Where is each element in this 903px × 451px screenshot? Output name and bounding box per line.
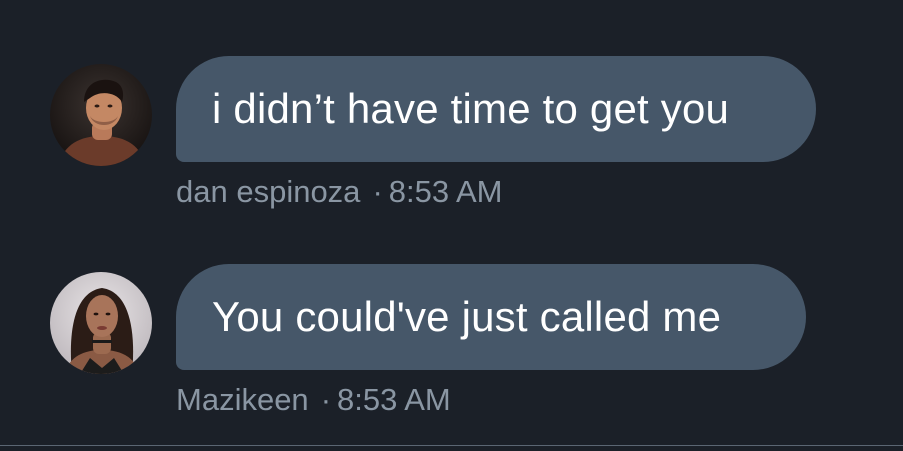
message-thread: i didn’t have time to get you dan espino… <box>0 0 903 451</box>
male-user-avatar-icon <box>50 64 152 166</box>
message-bubble[interactable]: You could've just called me <box>176 264 806 370</box>
message-time: 8:53 AM <box>337 382 451 417</box>
message-time: 8:53 AM <box>388 174 503 209</box>
message-text: i didn’t have time to get you <box>212 85 730 132</box>
message-bubble[interactable]: i didn’t have time to get you <box>176 56 816 162</box>
message-meta: dan espinoza · 8:53 AM <box>176 176 503 207</box>
message-meta: Mazikeen · 8:53 AM <box>176 384 451 415</box>
message-text: You could've just called me <box>212 293 722 340</box>
meta-separator: · <box>372 174 383 209</box>
divider <box>0 445 903 446</box>
female-user-avatar-icon <box>50 272 152 374</box>
meta-separator: · <box>320 382 332 417</box>
sender-name[interactable]: dan espinoza <box>176 174 360 209</box>
avatar[interactable] <box>50 272 152 374</box>
sender-name[interactable]: Mazikeen <box>176 382 309 417</box>
avatar[interactable] <box>50 64 152 166</box>
